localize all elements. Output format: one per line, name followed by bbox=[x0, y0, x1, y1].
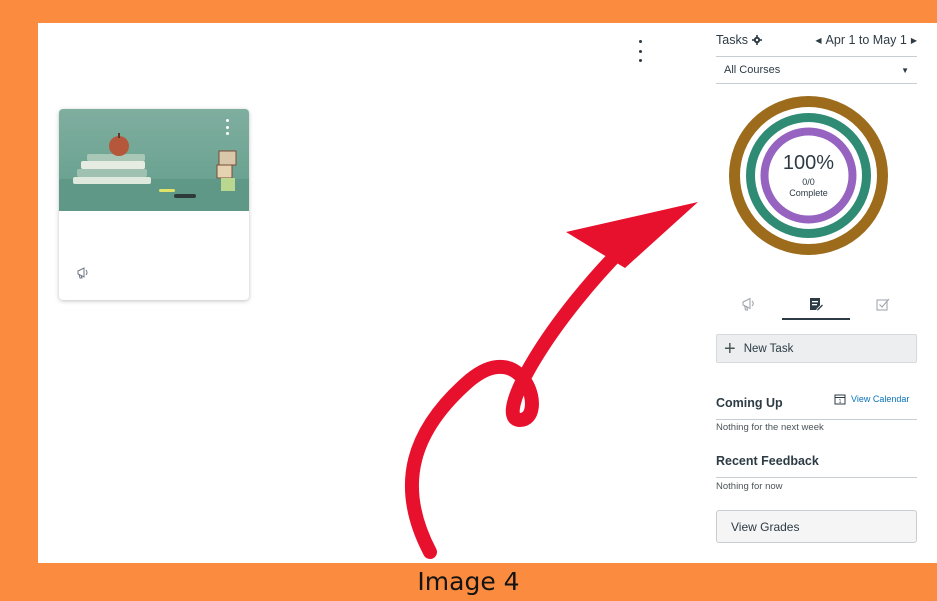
dashboard-options-kebab-icon[interactable] bbox=[634, 40, 646, 62]
checkbox-icon[interactable] bbox=[869, 291, 897, 317]
books-apple-illustration bbox=[59, 133, 249, 211]
view-calendar-link[interactable]: 1 View Calendar bbox=[834, 393, 909, 405]
calendar-icon: 1 bbox=[834, 394, 846, 405]
edit-document-icon[interactable] bbox=[802, 291, 830, 317]
megaphone-icon[interactable] bbox=[736, 291, 764, 317]
image-caption: Image 4 bbox=[417, 567, 520, 596]
divider bbox=[716, 83, 917, 84]
course-card-image[interactable] bbox=[59, 109, 249, 211]
chevron-down-icon: ▼ bbox=[901, 65, 909, 75]
completion-status: Complete bbox=[789, 188, 828, 198]
tasks-title: Tasks bbox=[716, 33, 748, 47]
view-grades-button[interactable]: View Grades bbox=[716, 510, 917, 543]
next-range-arrow-icon[interactable]: ▶ bbox=[911, 36, 917, 45]
divider bbox=[716, 477, 917, 478]
view-calendar-label: View Calendar bbox=[851, 394, 910, 404]
recent-feedback-empty-text: Nothing for now bbox=[716, 481, 783, 492]
course-filter-select[interactable]: All Courses ▼ bbox=[716, 57, 917, 83]
active-tab-indicator bbox=[782, 318, 850, 320]
gear-icon[interactable] bbox=[751, 35, 762, 45]
completion-fraction: 0/0 bbox=[802, 177, 815, 187]
date-range-label: Apr 1 to May 1 bbox=[825, 33, 907, 47]
card-options-kebab-icon[interactable] bbox=[224, 119, 230, 135]
new-task-button[interactable]: + New Task bbox=[716, 334, 917, 363]
course-filter-value: All Courses bbox=[724, 64, 781, 76]
completion-percent: 100% bbox=[782, 152, 835, 174]
sidebar-icon-tabs bbox=[716, 286, 917, 322]
previous-range-arrow-icon[interactable]: ◀ bbox=[815, 36, 821, 45]
new-task-label: New Task bbox=[743, 342, 794, 355]
tasks-header: Tasks ◀ Apr 1 to May 1 ▶ bbox=[716, 33, 917, 47]
right-sidebar: Tasks ◀ Apr 1 to May 1 ▶ All Courses ▼ 1… bbox=[716, 23, 937, 563]
completion-ring-chart: 100% 0/0 Complete bbox=[728, 95, 889, 256]
coming-up-empty-text: Nothing for the next week bbox=[716, 422, 824, 433]
plus-icon: + bbox=[724, 337, 736, 360]
view-grades-label: View Grades bbox=[731, 519, 800, 534]
card-announcements-icon[interactable] bbox=[76, 266, 92, 285]
canvas-dashboard: Tasks ◀ Apr 1 to May 1 ▶ All Courses ▼ 1… bbox=[38, 23, 937, 563]
divider bbox=[716, 419, 917, 420]
calendar-day: 1 bbox=[839, 399, 842, 405]
course-card[interactable] bbox=[59, 109, 249, 300]
recent-feedback-heading: Recent Feedback bbox=[716, 454, 819, 468]
coming-up-heading: Coming Up bbox=[716, 396, 783, 410]
